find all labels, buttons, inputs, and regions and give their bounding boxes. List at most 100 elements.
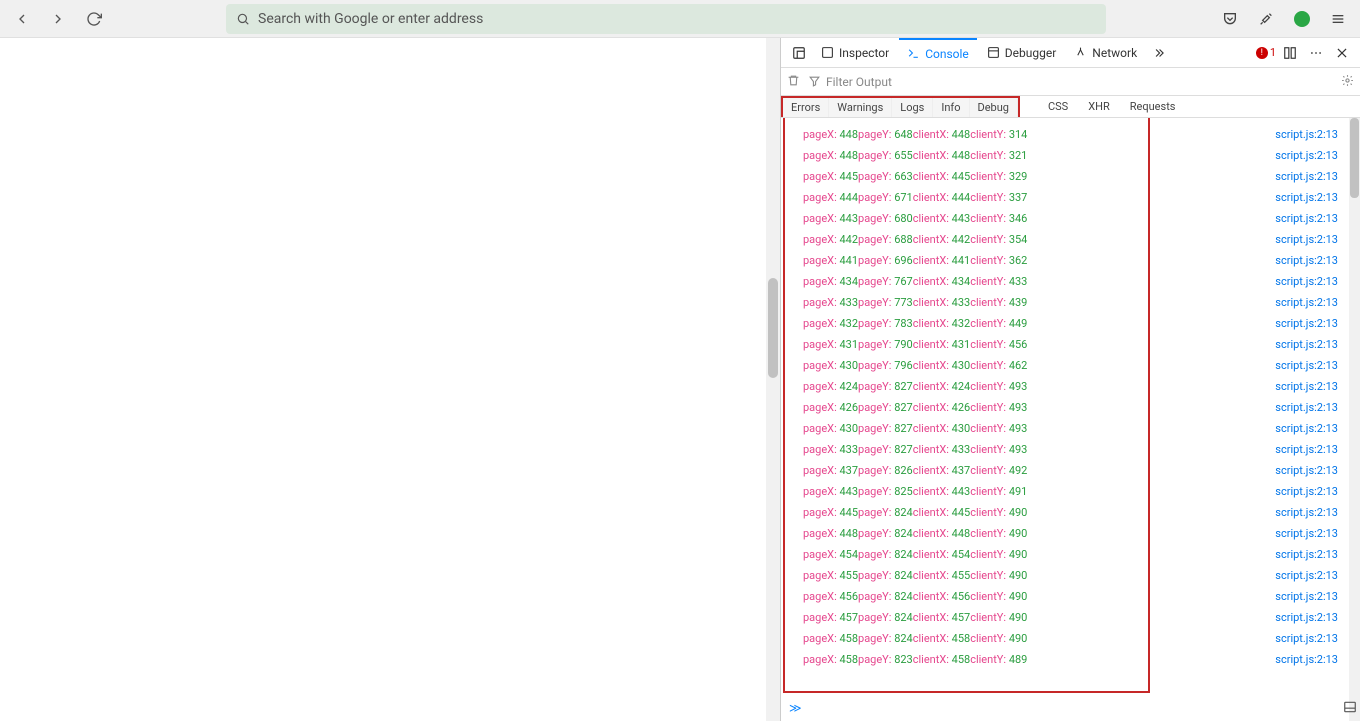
console-icon: [907, 47, 920, 60]
source-link[interactable]: script.js:2:13: [1275, 254, 1338, 267]
console-log-line: pageX: 430 pageY: 796 clientX: 430 clien…: [781, 355, 1360, 376]
filter-placeholder-label: Filter Output: [826, 75, 892, 89]
console-log-line: pageX: 445 pageY: 663 clientX: 445 clien…: [781, 166, 1360, 187]
source-link[interactable]: script.js:2:13: [1275, 548, 1338, 561]
console-log-line: pageX: 433 pageY: 827 clientX: 433 clien…: [781, 439, 1360, 460]
source-link[interactable]: script.js:2:13: [1275, 128, 1338, 141]
console-log-line: pageX: 443 pageY: 825 clientX: 443 clien…: [781, 481, 1360, 502]
error-dot-icon: !: [1256, 47, 1268, 59]
console-log-line: pageX: 448 pageY: 824 clientX: 448 clien…: [781, 523, 1360, 544]
source-link[interactable]: script.js:2:13: [1275, 401, 1338, 414]
cat-debug[interactable]: Debug: [970, 98, 1018, 117]
source-link[interactable]: script.js:2:13: [1275, 233, 1338, 246]
console-log-line: pageX: 445 pageY: 824 clientX: 445 clien…: [781, 502, 1360, 523]
cat-warnings[interactable]: Warnings: [829, 98, 892, 117]
source-link[interactable]: script.js:2:13: [1275, 359, 1338, 372]
tab-inspector-label: Inspector: [839, 46, 889, 60]
debugger-icon: [987, 46, 1000, 59]
source-link[interactable]: script.js:2:13: [1275, 212, 1338, 225]
address-bar[interactable]: Search with Google or enter address: [226, 4, 1106, 34]
console-prompt[interactable]: ≫: [789, 701, 802, 715]
console-log-line: pageX: 443 pageY: 680 clientX: 443 clien…: [781, 208, 1360, 229]
source-link[interactable]: script.js:2:13: [1275, 527, 1338, 540]
console-scrollbar[interactable]: [1349, 118, 1360, 721]
console-filterbar: Filter Output: [781, 68, 1360, 96]
console-log-line: pageX: 433 pageY: 773 clientX: 433 clien…: [781, 292, 1360, 313]
page-content: [0, 38, 780, 721]
error-count-badge[interactable]: ! 1: [1256, 46, 1276, 59]
network-icon: [1074, 46, 1087, 59]
source-link[interactable]: script.js:2:13: [1275, 275, 1338, 288]
console-log-line: pageX: 454 pageY: 824 clientX: 454 clien…: [781, 544, 1360, 565]
console-log-line: pageX: 458 pageY: 824 clientX: 458 clien…: [781, 628, 1360, 649]
cat-errors[interactable]: Errors: [783, 98, 829, 117]
search-icon: [236, 12, 250, 26]
dock-mode-icon[interactable]: [1278, 41, 1302, 65]
tab-console-label: Console: [925, 47, 969, 61]
kebab-menu-icon[interactable]: [1304, 41, 1328, 65]
pocket-icon[interactable]: [1216, 5, 1244, 33]
console-log-line: pageX: 442 pageY: 688 clientX: 442 clien…: [781, 229, 1360, 250]
source-link[interactable]: script.js:2:13: [1275, 422, 1338, 435]
source-link[interactable]: script.js:2:13: [1275, 590, 1338, 603]
forward-button[interactable]: [44, 5, 72, 33]
console-scrollbar-thumb[interactable]: [1350, 118, 1359, 198]
tab-debugger-label: Debugger: [1005, 46, 1057, 60]
tabs-overflow-icon[interactable]: [1147, 41, 1171, 65]
devtools-panel: Inspector Console Debugger Network ! 1: [780, 38, 1360, 721]
scrollbar-thumb[interactable]: [768, 278, 778, 378]
console-log-line: pageX: 456 pageY: 824 clientX: 456 clien…: [781, 586, 1360, 607]
devtools-tabbar: Inspector Console Debugger Network ! 1: [781, 38, 1360, 68]
cat-logs[interactable]: Logs: [892, 98, 933, 117]
console-log-line: pageX: 430 pageY: 827 clientX: 430 clien…: [781, 418, 1360, 439]
console-log-line: pageX: 444 pageY: 671 clientX: 444 clien…: [781, 187, 1360, 208]
console-log-line: pageX: 448 pageY: 655 clientX: 448 clien…: [781, 145, 1360, 166]
console-log-line: pageX: 458 pageY: 823 clientX: 458 clien…: [781, 649, 1360, 670]
split-console-icon[interactable]: [1340, 697, 1360, 717]
console-category-bar: Errors Warnings Logs Info Debug CSS XHR …: [781, 96, 1360, 118]
devtools-icon[interactable]: [1252, 5, 1280, 33]
source-link[interactable]: script.js:2:13: [1275, 653, 1338, 666]
tab-inspector[interactable]: Inspector: [813, 38, 897, 68]
iframe-picker-icon[interactable]: [787, 41, 811, 65]
console-log-line: pageX: 426 pageY: 827 clientX: 426 clien…: [781, 397, 1360, 418]
tab-debugger[interactable]: Debugger: [979, 38, 1065, 68]
source-link[interactable]: script.js:2:13: [1275, 170, 1338, 183]
reload-button[interactable]: [80, 5, 108, 33]
page-scrollbar[interactable]: [766, 38, 780, 721]
source-link[interactable]: script.js:2:13: [1275, 569, 1338, 582]
filter-output-input[interactable]: Filter Output: [808, 75, 1008, 89]
source-link[interactable]: script.js:2:13: [1275, 632, 1338, 645]
source-link[interactable]: script.js:2:13: [1275, 317, 1338, 330]
source-link[interactable]: script.js:2:13: [1275, 611, 1338, 624]
source-link[interactable]: script.js:2:13: [1275, 149, 1338, 162]
tab-network[interactable]: Network: [1066, 38, 1145, 68]
source-link[interactable]: script.js:2:13: [1275, 380, 1338, 393]
source-link[interactable]: script.js:2:13: [1275, 443, 1338, 456]
back-button[interactable]: [8, 5, 36, 33]
console-log-line: pageX: 431 pageY: 790 clientX: 431 clien…: [781, 334, 1360, 355]
tab-console[interactable]: Console: [899, 38, 977, 68]
source-link[interactable]: script.js:2:13: [1275, 485, 1338, 498]
cat-requests[interactable]: Requests: [1120, 96, 1186, 117]
cat-css[interactable]: CSS: [1038, 96, 1078, 117]
profile-icon[interactable]: [1288, 5, 1316, 33]
source-link[interactable]: script.js:2:13: [1275, 338, 1338, 351]
source-link[interactable]: script.js:2:13: [1275, 506, 1338, 519]
console-log-line: pageX: 434 pageY: 767 clientX: 434 clien…: [781, 271, 1360, 292]
error-count-label: 1: [1270, 46, 1276, 59]
console-log-line: pageX: 448 pageY: 648 clientX: 448 clien…: [781, 124, 1360, 145]
cat-info[interactable]: Info: [933, 98, 969, 117]
cat-xhr[interactable]: XHR: [1078, 96, 1120, 117]
source-link[interactable]: script.js:2:13: [1275, 296, 1338, 309]
source-link[interactable]: script.js:2:13: [1275, 464, 1338, 477]
source-link[interactable]: script.js:2:13: [1275, 191, 1338, 204]
console-log-line: pageX: 437 pageY: 826 clientX: 437 clien…: [781, 460, 1360, 481]
close-devtools-icon[interactable]: [1330, 41, 1354, 65]
console-settings-icon[interactable]: [1341, 74, 1354, 90]
console-log-line: pageX: 432 pageY: 783 clientX: 432 clien…: [781, 313, 1360, 334]
console-log-line: pageX: 455 pageY: 824 clientX: 455 clien…: [781, 565, 1360, 586]
clear-console-icon[interactable]: [787, 74, 800, 90]
menu-icon[interactable]: [1324, 5, 1352, 33]
console-log-line: pageX: 441 pageY: 696 clientX: 441 clien…: [781, 250, 1360, 271]
